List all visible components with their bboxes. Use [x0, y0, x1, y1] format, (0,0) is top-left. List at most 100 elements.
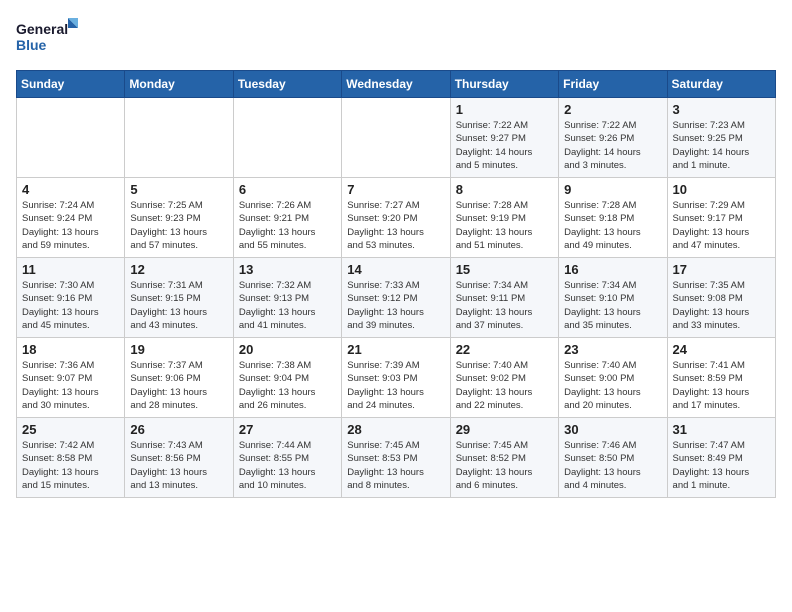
calendar-cell: 13 Sunrise: 7:32 AM Sunset: 9:13 PM Dayli… — [233, 258, 341, 338]
calendar-week-row: 1 Sunrise: 7:22 AM Sunset: 9:27 PM Daylig… — [17, 98, 776, 178]
calendar-cell — [233, 98, 341, 178]
calendar-cell: 12 Sunrise: 7:31 AM Sunset: 9:15 PM Dayli… — [125, 258, 233, 338]
calendar-cell: 15Sunrise: 7:34 AM Sunset: 9:11 PM Dayli… — [450, 258, 558, 338]
calendar-cell: 18 Sunrise: 7:36 AM Sunset: 9:07 PM Dayli… — [17, 338, 125, 418]
calendar-week-row: 25 Sunrise: 7:42 AM Sunset: 8:58 PM Dayli… — [17, 418, 776, 498]
weekday-header: Friday — [559, 71, 667, 98]
day-info: Sunrise: 7:23 AM Sunset: 9:25 PM Dayligh… — [673, 119, 770, 172]
day-info: Sunrise: 7:32 AM Sunset: 9:13 PM Dayligh… — [239, 279, 336, 332]
calendar-cell: 21 Sunrise: 7:39 AM Sunset: 9:03 PM Dayli… — [342, 338, 450, 418]
calendar-cell: 31 Sunrise: 7:47 AM Sunset: 8:49 PM Dayli… — [667, 418, 775, 498]
day-info: Sunrise: 7:41 AM Sunset: 8:59 PM Dayligh… — [673, 359, 770, 412]
day-info: Sunrise: 7:24 AM Sunset: 9:24 PM Dayligh… — [22, 199, 119, 252]
weekday-header: Saturday — [667, 71, 775, 98]
weekday-header: Wednesday — [342, 71, 450, 98]
calendar-cell: 2 Sunrise: 7:22 AM Sunset: 9:26 PM Daylig… — [559, 98, 667, 178]
day-number: 11 — [22, 262, 119, 277]
calendar-cell: 22 Sunrise: 7:40 AM Sunset: 9:02 PM Dayli… — [450, 338, 558, 418]
calendar-cell: 29 Sunrise: 7:45 AM Sunset: 8:52 PM Dayli… — [450, 418, 558, 498]
calendar-cell: 11 Sunrise: 7:30 AM Sunset: 9:16 PM Dayli… — [17, 258, 125, 338]
day-number: 14 — [347, 262, 444, 277]
day-number: 4 — [22, 182, 119, 197]
day-info: Sunrise: 7:28 AM Sunset: 9:18 PM Dayligh… — [564, 199, 661, 252]
calendar-cell: 4 Sunrise: 7:24 AM Sunset: 9:24 PM Daylig… — [17, 178, 125, 258]
header: GeneralBlue — [16, 16, 776, 56]
day-info: Sunrise: 7:29 AM Sunset: 9:17 PM Dayligh… — [673, 199, 770, 252]
svg-text:Blue: Blue — [16, 37, 47, 53]
day-info: Sunrise: 7:40 AM Sunset: 9:02 PM Dayligh… — [456, 359, 553, 412]
calendar-cell: 10 Sunrise: 7:29 AM Sunset: 9:17 PM Dayli… — [667, 178, 775, 258]
day-info: Sunrise: 7:34 AM Sunset: 9:11 PM Dayligh… — [456, 279, 553, 332]
calendar-cell: 27Sunrise: 7:44 AM Sunset: 8:55 PM Dayli… — [233, 418, 341, 498]
calendar-cell: 6Sunrise: 7:26 AM Sunset: 9:21 PM Daylig… — [233, 178, 341, 258]
logo-svg: GeneralBlue — [16, 16, 86, 56]
weekday-header: Thursday — [450, 71, 558, 98]
day-number: 3 — [673, 102, 770, 117]
calendar-cell: 16 Sunrise: 7:34 AM Sunset: 9:10 PM Dayli… — [559, 258, 667, 338]
day-info: Sunrise: 7:34 AM Sunset: 9:10 PM Dayligh… — [564, 279, 661, 332]
calendar-cell: 8 Sunrise: 7:28 AM Sunset: 9:19 PM Daylig… — [450, 178, 558, 258]
calendar-cell: 5Sunrise: 7:25 AM Sunset: 9:23 PM Daylig… — [125, 178, 233, 258]
calendar-cell: 30 Sunrise: 7:46 AM Sunset: 8:50 PM Dayli… — [559, 418, 667, 498]
day-info: Sunrise: 7:27 AM Sunset: 9:20 PM Dayligh… — [347, 199, 444, 252]
day-info: Sunrise: 7:35 AM Sunset: 9:08 PM Dayligh… — [673, 279, 770, 332]
day-number: 1 — [456, 102, 553, 117]
calendar-cell: 28Sunrise: 7:45 AM Sunset: 8:53 PM Dayli… — [342, 418, 450, 498]
day-info: Sunrise: 7:38 AM Sunset: 9:04 PM Dayligh… — [239, 359, 336, 412]
day-number: 8 — [456, 182, 553, 197]
day-info: Sunrise: 7:43 AM Sunset: 8:56 PM Dayligh… — [130, 439, 227, 492]
day-info: Sunrise: 7:47 AM Sunset: 8:49 PM Dayligh… — [673, 439, 770, 492]
day-info: Sunrise: 7:26 AM Sunset: 9:21 PM Dayligh… — [239, 199, 336, 252]
calendar-cell: 1 Sunrise: 7:22 AM Sunset: 9:27 PM Daylig… — [450, 98, 558, 178]
day-info: Sunrise: 7:40 AM Sunset: 9:00 PM Dayligh… — [564, 359, 661, 412]
calendar-cell: 26Sunrise: 7:43 AM Sunset: 8:56 PM Dayli… — [125, 418, 233, 498]
calendar-cell: 23 Sunrise: 7:40 AM Sunset: 9:00 PM Dayli… — [559, 338, 667, 418]
calendar-cell: 25 Sunrise: 7:42 AM Sunset: 8:58 PM Dayli… — [17, 418, 125, 498]
logo: GeneralBlue — [16, 16, 86, 56]
day-info: Sunrise: 7:31 AM Sunset: 9:15 PM Dayligh… — [130, 279, 227, 332]
day-number: 24 — [673, 342, 770, 357]
day-info: Sunrise: 7:44 AM Sunset: 8:55 PM Dayligh… — [239, 439, 336, 492]
day-info: Sunrise: 7:22 AM Sunset: 9:27 PM Dayligh… — [456, 119, 553, 172]
weekday-header: Tuesday — [233, 71, 341, 98]
day-info: Sunrise: 7:28 AM Sunset: 9:19 PM Dayligh… — [456, 199, 553, 252]
day-info: Sunrise: 7:33 AM Sunset: 9:12 PM Dayligh… — [347, 279, 444, 332]
day-number: 31 — [673, 422, 770, 437]
day-info: Sunrise: 7:39 AM Sunset: 9:03 PM Dayligh… — [347, 359, 444, 412]
day-number: 19 — [130, 342, 227, 357]
day-number: 22 — [456, 342, 553, 357]
day-number: 23 — [564, 342, 661, 357]
day-info: Sunrise: 7:30 AM Sunset: 9:16 PM Dayligh… — [22, 279, 119, 332]
calendar-cell: 20Sunrise: 7:38 AM Sunset: 9:04 PM Dayli… — [233, 338, 341, 418]
calendar-table: SundayMondayTuesdayWednesdayThursdayFrid… — [16, 70, 776, 498]
weekday-header: Monday — [125, 71, 233, 98]
calendar-cell — [17, 98, 125, 178]
day-number: 21 — [347, 342, 444, 357]
day-number: 17 — [673, 262, 770, 277]
calendar-week-row: 11 Sunrise: 7:30 AM Sunset: 9:16 PM Dayli… — [17, 258, 776, 338]
day-number: 30 — [564, 422, 661, 437]
day-number: 29 — [456, 422, 553, 437]
calendar-cell: 17 Sunrise: 7:35 AM Sunset: 9:08 PM Dayli… — [667, 258, 775, 338]
day-number: 12 — [130, 262, 227, 277]
calendar-cell: 14 Sunrise: 7:33 AM Sunset: 9:12 PM Dayli… — [342, 258, 450, 338]
calendar-week-row: 4 Sunrise: 7:24 AM Sunset: 9:24 PM Daylig… — [17, 178, 776, 258]
day-info: Sunrise: 7:37 AM Sunset: 9:06 PM Dayligh… — [130, 359, 227, 412]
day-info: Sunrise: 7:42 AM Sunset: 8:58 PM Dayligh… — [22, 439, 119, 492]
day-number: 2 — [564, 102, 661, 117]
day-number: 16 — [564, 262, 661, 277]
day-number: 18 — [22, 342, 119, 357]
day-info: Sunrise: 7:36 AM Sunset: 9:07 PM Dayligh… — [22, 359, 119, 412]
day-number: 25 — [22, 422, 119, 437]
weekday-header-row: SundayMondayTuesdayWednesdayThursdayFrid… — [17, 71, 776, 98]
calendar-cell: 7Sunrise: 7:27 AM Sunset: 9:20 PM Daylig… — [342, 178, 450, 258]
day-number: 13 — [239, 262, 336, 277]
calendar-cell — [125, 98, 233, 178]
day-info: Sunrise: 7:22 AM Sunset: 9:26 PM Dayligh… — [564, 119, 661, 172]
calendar-cell: 3 Sunrise: 7:23 AM Sunset: 9:25 PM Daylig… — [667, 98, 775, 178]
day-info: Sunrise: 7:45 AM Sunset: 8:52 PM Dayligh… — [456, 439, 553, 492]
day-info: Sunrise: 7:46 AM Sunset: 8:50 PM Dayligh… — [564, 439, 661, 492]
calendar-cell: 24 Sunrise: 7:41 AM Sunset: 8:59 PM Dayli… — [667, 338, 775, 418]
calendar-week-row: 18 Sunrise: 7:36 AM Sunset: 9:07 PM Dayli… — [17, 338, 776, 418]
day-number: 10 — [673, 182, 770, 197]
